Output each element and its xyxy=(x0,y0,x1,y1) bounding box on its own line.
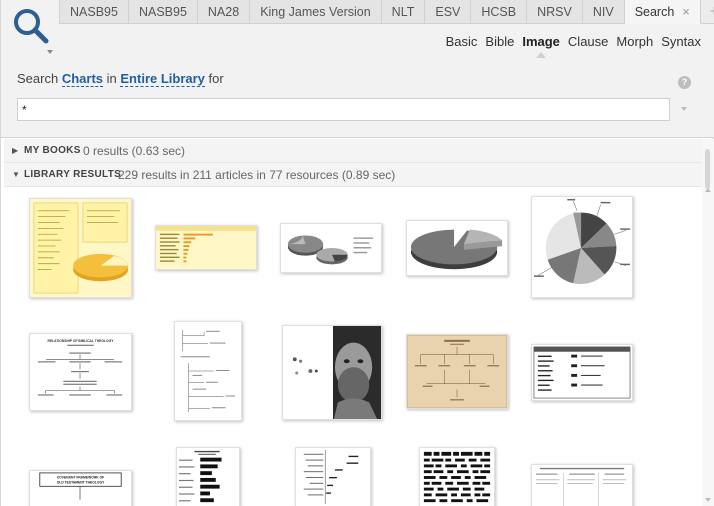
search-mode-bar: Basic Bible Image Clause Morph Syntax xyxy=(446,34,701,58)
theology-title-text: RELATIONSHIP OF BIBLICAL THEOLOGY xyxy=(48,339,115,343)
thumb-covenant-framework[interactable]: COVENANT FRAMEWORK OF OLD TESTAMENT THEO… xyxy=(29,470,132,506)
search-prefix: Search xyxy=(17,71,59,86)
tab-search[interactable]: Search × xyxy=(624,0,701,24)
thumb-parchment-chart[interactable] xyxy=(406,334,508,409)
thumb-gray-pie-chart[interactable] xyxy=(406,220,508,276)
collapsed-triangle-icon: ▶ xyxy=(12,146,19,155)
tab-nrsv[interactable]: NRSV xyxy=(527,0,583,24)
tab-nasb95-2[interactable]: NASB95 xyxy=(128,0,198,24)
mode-bible[interactable]: Bible xyxy=(485,34,514,49)
thumb-tree-diagram[interactable] xyxy=(174,321,242,421)
scroll-up-arrow-icon[interactable] xyxy=(705,188,711,192)
tab-king-james-version[interactable]: King James Version xyxy=(250,0,382,24)
expanded-triangle-icon: ▼ xyxy=(12,170,20,179)
thumb-labeled-pie-chart[interactable] xyxy=(531,196,633,298)
add-tab-button[interactable]: + xyxy=(700,0,714,24)
mode-syntax[interactable]: Syntax xyxy=(661,34,701,49)
tab-na28[interactable]: NA28 xyxy=(197,0,251,24)
chevron-down-icon xyxy=(47,50,53,54)
results-panel: ▶ MY BOOKS 0 results (0.63 sec) ▼ LIBRAR… xyxy=(4,139,702,506)
library-results-label: LIBRARY RESULTS xyxy=(24,169,122,180)
thumb-yellow-pie-chart[interactable] xyxy=(29,198,132,298)
thumb-dense-grid[interactable] xyxy=(419,447,495,506)
tab-strip: NASB95 NASB95 NA28 King James Version NL… xyxy=(59,0,714,24)
mode-clause[interactable]: Clause xyxy=(568,34,608,49)
tab-nlt[interactable]: NLT xyxy=(381,0,426,24)
my-books-section[interactable]: ▶ MY BOOKS 0 results (0.63 sec) xyxy=(4,139,702,163)
my-books-summary: 0 results (0.63 sec) xyxy=(83,144,186,158)
results-scrollbar[interactable] xyxy=(702,139,714,506)
magnifier-icon xyxy=(14,9,49,44)
search-query-input[interactable] xyxy=(17,98,670,121)
covenant-subtitle-text: OLD TESTAMENT THEOLOGY xyxy=(57,480,105,484)
thumb-dates-bar-chart[interactable] xyxy=(176,447,240,506)
search-scope-link[interactable]: Entire Library xyxy=(120,71,205,87)
app-window: NASB95 NASB95 NA28 King James Version NL… xyxy=(0,0,714,506)
library-results-section[interactable]: ▼ LIBRARY RESULTS 229 results in 211 art… xyxy=(4,163,702,187)
tab-search-label: Search xyxy=(634,5,675,19)
search-type-link[interactable]: Charts xyxy=(61,71,104,87)
query-history-dropdown-icon[interactable] xyxy=(681,107,687,111)
scrollbar-thumb[interactable] xyxy=(705,149,710,189)
search-scope-line: Search Charts in Entire Library for xyxy=(17,71,224,87)
thumb-exploded-pie-charts[interactable] xyxy=(280,223,382,273)
close-icon[interactable]: × xyxy=(682,4,690,19)
tab-esv[interactable]: ESV xyxy=(425,0,472,24)
search-menu-button[interactable] xyxy=(11,6,55,56)
my-books-label: MY BOOKS xyxy=(24,145,81,156)
covenant-title-text: COVENANT FRAMEWORK OF xyxy=(57,476,104,480)
thumb-portrait-image[interactable] xyxy=(282,325,382,420)
tab-nasb95-1[interactable]: NASB95 xyxy=(59,0,129,24)
tab-hcsb[interactable]: HCSB xyxy=(471,0,528,24)
thumb-timeline-chart[interactable] xyxy=(295,447,371,506)
search-suffix: for xyxy=(208,71,224,86)
thumb-text-document[interactable] xyxy=(531,464,633,506)
library-results-summary: 229 results in 211 articles in 77 resour… xyxy=(118,168,396,182)
search-in-word: in xyxy=(106,71,117,86)
mode-image[interactable]: Image xyxy=(522,34,560,58)
thumb-comparison-table[interactable] xyxy=(531,344,633,401)
help-icon[interactable]: ? xyxy=(678,76,691,89)
mode-morph[interactable]: Morph xyxy=(616,34,653,49)
thumb-theology-diagram[interactable]: RELATIONSHIP OF BIBLICAL THEOLOGY xyxy=(29,333,132,411)
mode-basic[interactable]: Basic xyxy=(446,34,478,49)
search-toolbar: NASB95 NASB95 NA28 King James Version NL… xyxy=(1,0,714,138)
scroll-down-arrow-icon[interactable] xyxy=(705,498,711,502)
tab-niv[interactable]: NIV xyxy=(582,0,625,24)
thumb-yellow-bar-table[interactable] xyxy=(155,225,257,270)
